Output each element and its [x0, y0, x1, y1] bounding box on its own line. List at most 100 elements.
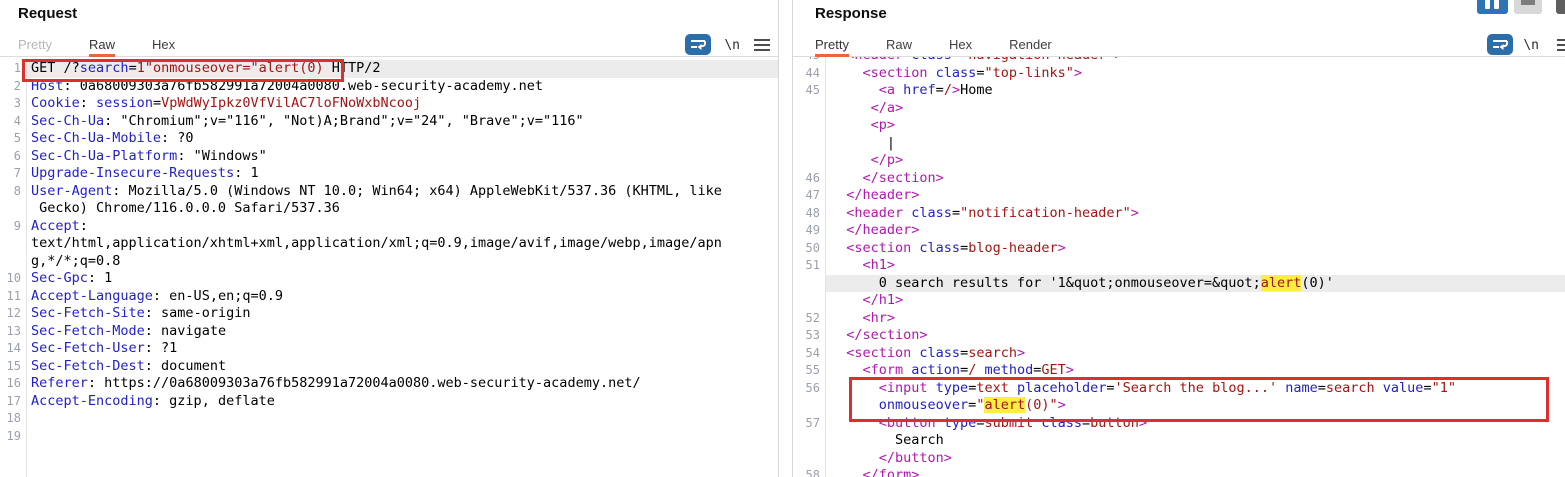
code-line[interactable]: [27, 410, 778, 428]
code-row: 49 </header>: [793, 222, 1565, 240]
code-row: 47 </header>: [793, 187, 1565, 205]
code-line[interactable]: Sec-Ch-Ua-Mobile: ?0: [27, 130, 778, 148]
show-newlines-icon[interactable]: \n: [724, 38, 740, 53]
code-row: 46 </section>: [793, 170, 1565, 188]
code-line[interactable]: Gecko) Chrome/116.0.0.0 Safari/537.36: [27, 200, 778, 218]
code-line[interactable]: <header class="navigation-header">: [826, 57, 1565, 65]
code-line[interactable]: 0 search results for '1&quot;onmouseover…: [826, 275, 1565, 293]
code-row: </p>: [793, 152, 1565, 170]
code-line[interactable]: </section>: [826, 170, 1565, 188]
code-row: |: [793, 135, 1565, 153]
code-line[interactable]: <input type=text placeholder='Search the…: [826, 380, 1565, 398]
tab-pretty[interactable]: Pretty: [815, 31, 849, 57]
code-line[interactable]: </h1>: [826, 292, 1565, 310]
code-line[interactable]: Upgrade-Insecure-Requests: 1: [27, 165, 778, 183]
word-wrap-toggle-button[interactable]: [685, 34, 711, 55]
code-line[interactable]: Accept-Encoding: gzip, deflate: [27, 393, 778, 411]
code-line[interactable]: GET /?search=1"onmouseover="alert(0) HTT…: [27, 60, 778, 78]
code-line[interactable]: Sec-Gpc: 1: [27, 270, 778, 288]
window-button-partial[interactable]: [1556, 0, 1565, 14]
code-line[interactable]: <h1>: [826, 257, 1565, 275]
code-line[interactable]: </a>: [826, 100, 1565, 118]
word-wrap-icon: [1492, 38, 1508, 51]
tab-render[interactable]: Render: [1009, 31, 1052, 57]
code-row: 57 <button type=submit class=button>: [793, 415, 1565, 433]
code-line[interactable]: Sec-Fetch-Site: same-origin: [27, 305, 778, 323]
code-line[interactable]: Sec-Ch-Ua-Platform: "Windows": [27, 148, 778, 166]
code-line[interactable]: Referer: https://0a68009303a76fb582991a7…: [27, 375, 778, 393]
code-row: 6Sec-Ch-Ua-Platform: "Windows": [0, 148, 778, 166]
code-line[interactable]: <section class=search>: [826, 345, 1565, 363]
code-row: 17Accept-Encoding: gzip, deflate: [0, 393, 778, 411]
word-wrap-icon: [690, 38, 706, 51]
code-line[interactable]: Accept-Language: en-US,en;q=0.9: [27, 288, 778, 306]
line-number-gutter: [793, 57, 826, 477]
code-line[interactable]: <section class=blog-header>: [826, 240, 1565, 258]
request-editor[interactable]: 1GET /?search=1"onmouseover="alert(0) HT…: [0, 58, 778, 477]
code-line[interactable]: <button type=submit class=button>: [826, 415, 1565, 433]
code-row: 43 <header class="navigation-header">: [793, 57, 1565, 65]
minimize-icon: [1521, 0, 1535, 5]
code-line[interactable]: </p>: [826, 152, 1565, 170]
response-editor[interactable]: 43 <header class="navigation-header">44 …: [793, 57, 1565, 477]
tab-raw[interactable]: Raw: [886, 31, 912, 57]
code-line[interactable]: g,*/*;q=0.8: [27, 253, 778, 271]
code-line[interactable]: </form>: [826, 467, 1565, 477]
code-line[interactable]: </section>: [826, 327, 1565, 345]
tab-pretty[interactable]: Pretty: [18, 31, 52, 57]
minimize-button[interactable]: [1514, 0, 1542, 14]
code-line[interactable]: Sec-Fetch-Mode: navigate: [27, 323, 778, 341]
code-row: 54 <section class=search>: [793, 345, 1565, 363]
code-row: </button>: [793, 450, 1565, 468]
code-line[interactable]: Sec-Fetch-Dest: document: [27, 358, 778, 376]
code-row: 48 <header class="notification-header">: [793, 205, 1565, 223]
tab-raw[interactable]: Raw: [89, 31, 115, 57]
response-tabbar: Pretty Raw Hex Render \n: [793, 31, 1565, 57]
search-match-highlight: alert: [984, 397, 1025, 413]
word-wrap-toggle-button[interactable]: [1487, 34, 1513, 55]
code-row: text/html,application/xhtml+xml,applicat…: [0, 235, 778, 253]
split-view-button[interactable]: [1477, 0, 1508, 14]
code-row: 4Sec-Ch-Ua: "Chromium";v="116", "Not)A;B…: [0, 113, 778, 131]
code-line[interactable]: <p>: [826, 117, 1565, 135]
code-line[interactable]: Accept:: [27, 218, 778, 236]
code-line[interactable]: <form action=/ method=GET>: [826, 362, 1565, 380]
code-row: 56 <input type=text placeholder='Search …: [793, 380, 1565, 398]
code-row: 10Sec-Gpc: 1: [0, 270, 778, 288]
code-row: 1GET /?search=1"onmouseover="alert(0) HT…: [0, 60, 778, 78]
code-row: 13Sec-Fetch-Mode: navigate: [0, 323, 778, 341]
code-line[interactable]: <hr>: [826, 310, 1565, 328]
code-line[interactable]: |: [826, 135, 1565, 153]
code-row: 45 <a href=/>Home: [793, 82, 1565, 100]
code-line[interactable]: [27, 428, 778, 446]
code-line[interactable]: Search: [826, 432, 1565, 450]
menu-icon[interactable]: [754, 39, 770, 51]
code-line[interactable]: <header class="notification-header">: [826, 205, 1565, 223]
code-row: 58 </form>: [793, 467, 1565, 477]
show-newlines-icon[interactable]: \n: [1523, 38, 1539, 53]
code-line[interactable]: </header>: [826, 187, 1565, 205]
code-line[interactable]: Host: 0a68009303a76fb582991a72004a0080.w…: [27, 78, 778, 96]
split-columns-icon: [1494, 0, 1499, 9]
code-row: 18: [0, 410, 778, 428]
code-line[interactable]: <section class="top-links">: [826, 65, 1565, 83]
search-match-highlight: alert: [1261, 275, 1302, 291]
code-line[interactable]: Sec-Ch-Ua: "Chromium";v="116", "Not)A;Br…: [27, 113, 778, 131]
code-row: 5Sec-Ch-Ua-Mobile: ?0: [0, 130, 778, 148]
code-row: 44 <section class="top-links">: [793, 65, 1565, 83]
code-line[interactable]: <a href=/>Home: [826, 82, 1565, 100]
tab-hex[interactable]: Hex: [949, 31, 972, 57]
code-row: Gecko) Chrome/116.0.0.0 Safari/537.36: [0, 200, 778, 218]
code-line[interactable]: </header>: [826, 222, 1565, 240]
menu-icon[interactable]: [1557, 39, 1565, 51]
code-line[interactable]: User-Agent: Mozilla/5.0 (Windows NT 10.0…: [27, 183, 778, 201]
code-line[interactable]: text/html,application/xhtml+xml,applicat…: [27, 235, 778, 253]
code-row: g,*/*;q=0.8: [0, 253, 778, 271]
code-line[interactable]: Cookie: session=VpWdWyIpkz0VfVilAC7loFNo…: [27, 95, 778, 113]
split-columns-icon: [1485, 0, 1490, 9]
code-line[interactable]: </button>: [826, 450, 1565, 468]
request-tabbar: Pretty Raw Hex \n: [0, 31, 778, 57]
code-line[interactable]: onmouseover="alert(0)">: [826, 397, 1565, 415]
code-line[interactable]: Sec-Fetch-User: ?1: [27, 340, 778, 358]
tab-hex[interactable]: Hex: [152, 31, 175, 57]
